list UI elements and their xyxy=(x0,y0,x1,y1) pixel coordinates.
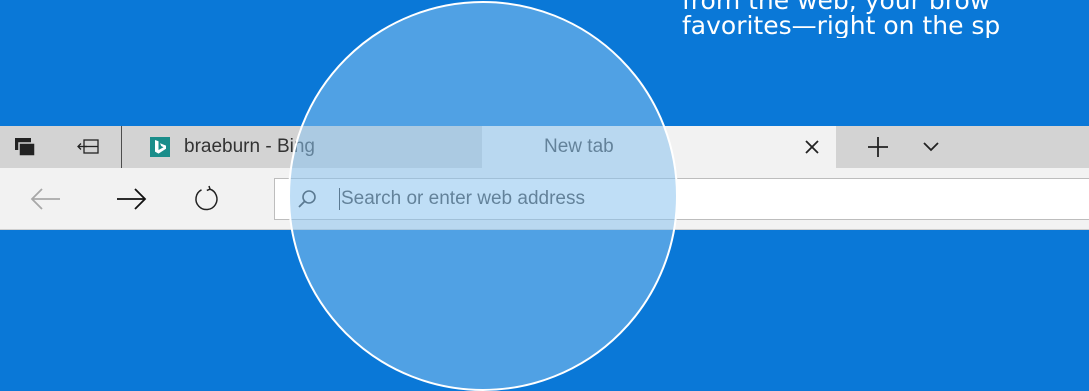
intro-text: from the web, your brow favorites—right … xyxy=(682,0,1089,38)
back-arrow-icon xyxy=(30,188,60,210)
tab-new-tab-label: New tab xyxy=(544,136,614,157)
tab-bing-label: braeburn - Bing xyxy=(184,136,315,157)
intro-text-line-2: favorites—right on the sp xyxy=(682,11,1001,38)
navigation-bar xyxy=(0,168,1089,230)
plus-icon xyxy=(868,137,888,157)
address-bar[interactable] xyxy=(274,178,1089,220)
address-input[interactable] xyxy=(339,188,941,210)
refresh-button[interactable] xyxy=(182,168,230,230)
set-aside-button[interactable] xyxy=(70,126,106,168)
bing-logo-icon xyxy=(150,137,170,157)
refresh-icon xyxy=(195,185,218,211)
back-button[interactable] xyxy=(22,168,70,230)
search-icon xyxy=(297,189,317,209)
forward-button[interactable] xyxy=(107,168,155,230)
tab-new-tab[interactable]: New tab xyxy=(482,126,836,168)
tab-bar: braeburn - Bing New tab xyxy=(0,126,1089,168)
tab-bing[interactable]: braeburn - Bing xyxy=(122,126,482,168)
browser-chrome: braeburn - Bing New tab xyxy=(0,126,1089,230)
set-aside-icon xyxy=(77,139,99,154)
chevron-down-icon xyxy=(923,142,939,152)
close-tab-button[interactable] xyxy=(788,126,836,168)
tabs-aside-button[interactable] xyxy=(10,126,40,168)
forward-arrow-icon xyxy=(117,188,147,210)
close-icon xyxy=(805,140,819,154)
tabs-aside-icon xyxy=(15,138,36,157)
new-tab-button[interactable] xyxy=(860,126,896,168)
tab-list-button[interactable] xyxy=(913,126,949,168)
